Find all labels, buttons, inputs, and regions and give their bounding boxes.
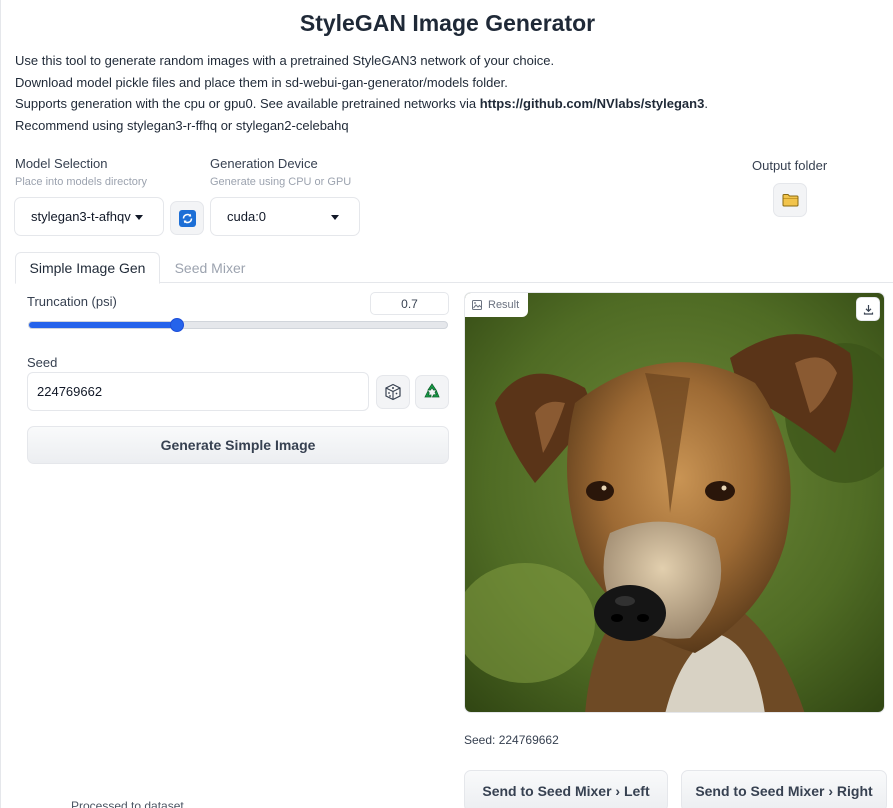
output-folder-label: Output folder <box>752 158 828 173</box>
send-to-seed-mixer-right-button[interactable]: Send to Seed Mixer › Right <box>681 770 887 808</box>
stylegan3-link[interactable]: https://github.com/NVlabs/stylegan3 <box>480 96 705 111</box>
model-dropdown-value: stylegan3-t-afhqv <box>31 209 131 224</box>
truncation-slider-fill <box>29 322 178 328</box>
device-sublabel: Generate using CPU or GPU <box>210 176 352 188</box>
reuse-seed-button[interactable] <box>415 375 449 409</box>
page-title: StyleGAN Image Generator <box>299 10 596 36</box>
description-line-4: Recommend using stylegan3-r-ffhq or styl… <box>15 117 349 133</box>
refresh-models-button[interactable] <box>170 201 204 235</box>
truncation-slider-handle[interactable] <box>170 318 185 332</box>
dice-icon <box>385 383 401 401</box>
app-frame: StyleGAN Image Generator Use this tool t… <box>0 0 893 808</box>
result-seed-text: Seed: 224769662 <box>464 733 559 747</box>
device-label: Generation Device <box>210 156 318 171</box>
truncation-label: Truncation (psi) <box>27 294 117 309</box>
model-selection-sublabel: Place into models directory <box>15 176 148 188</box>
image-icon <box>472 300 482 310</box>
truncation-number-input[interactable]: 0.7 <box>370 292 449 315</box>
description-line-3-suffix: . <box>704 96 708 111</box>
refresh-icon <box>178 209 196 227</box>
send-to-seed-mixer-left-button[interactable]: Send to Seed Mixer › Left <box>464 770 668 808</box>
device-dropdown-value: cuda:0 <box>227 209 267 224</box>
description: Use this tool to generate random images … <box>15 50 708 136</box>
device-dropdown[interactable]: cuda:0 <box>210 197 360 236</box>
description-line-2: Download model pickle files and place th… <box>15 74 508 90</box>
description-line-1: Use this tool to generate random images … <box>15 53 555 68</box>
model-selection-label: Model Selection <box>15 156 108 171</box>
download-icon <box>863 304 873 315</box>
result-image: Result <box>464 292 885 713</box>
footer-truncated-text: Processed to dataset <box>71 799 184 808</box>
result-label-text: Result <box>488 299 520 311</box>
generate-simple-image-button[interactable]: Generate Simple Image <box>27 426 449 464</box>
seed-input[interactable]: 224769662 <box>27 372 369 411</box>
open-output-folder-button[interactable] <box>773 183 807 217</box>
dog-image <box>465 293 884 712</box>
tab-bar: Simple Image Gen Seed Mixer <box>15 252 893 284</box>
download-button[interactable] <box>856 297 880 321</box>
tab-seed-mixer[interactable]: Seed Mixer <box>160 252 260 283</box>
random-seed-button[interactable] <box>376 375 410 409</box>
truncation-slider[interactable] <box>28 321 448 329</box>
folder-icon <box>782 194 798 207</box>
description-line-3-text: Supports generation with the cpu or gpu0… <box>15 96 480 111</box>
tab-simple-image-gen[interactable]: Simple Image Gen <box>15 252 160 284</box>
chevron-down-icon <box>331 215 339 220</box>
model-dropdown[interactable]: stylegan3-t-afhqv <box>14 197 164 236</box>
result-label: Result <box>465 293 529 317</box>
chevron-down-icon <box>135 215 143 220</box>
seed-label: Seed <box>27 355 58 370</box>
recycle-icon <box>424 383 440 398</box>
description-line-3: Supports generation with the cpu or gpu0… <box>15 93 708 115</box>
